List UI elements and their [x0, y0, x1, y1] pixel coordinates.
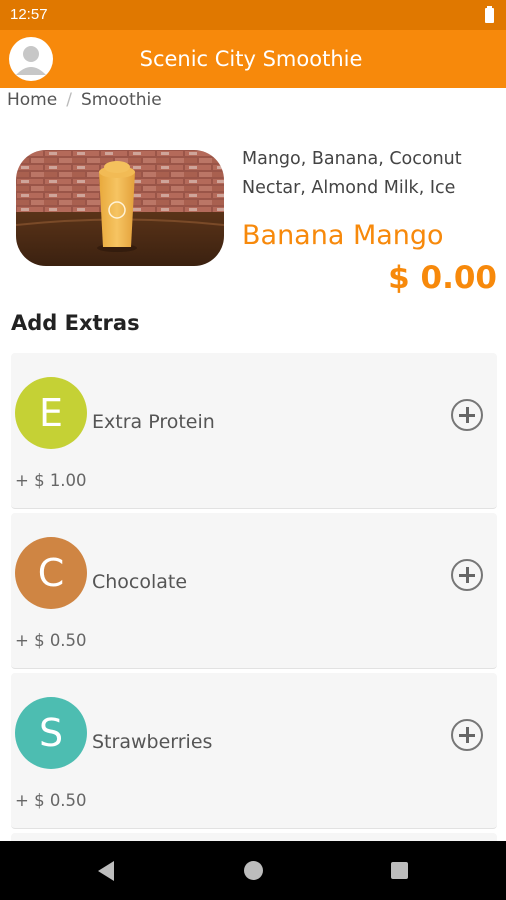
add-extra-protein-button[interactable] [451, 399, 483, 431]
navigation-bar [0, 841, 506, 900]
breadcrumb: Home / Smoothie [7, 88, 162, 112]
extra-letter-avatar: C [15, 537, 87, 609]
extra-card-chocolate[interactable]: C Chocolate + $ 0.50 [11, 513, 497, 669]
product-name: Banana Mango [242, 220, 444, 251]
app-bar: Scenic City Smoothie [0, 30, 506, 88]
add-strawberries-button[interactable] [451, 719, 483, 751]
product-image [16, 150, 224, 266]
breadcrumb-home[interactable]: Home [7, 90, 57, 110]
back-icon[interactable] [98, 861, 114, 881]
status-bar: 12:57 [0, 0, 506, 30]
recents-icon[interactable] [391, 862, 408, 879]
product-ingredients: Mango, Banana, Coconut Nectar, Almond Mi… [242, 149, 462, 198]
battery-icon [485, 6, 494, 23]
extra-letter-avatar: S [15, 697, 87, 769]
product-price: $ 0.00 [388, 260, 497, 296]
extra-price: + $ 0.50 [15, 631, 87, 650]
breadcrumb-separator: / [66, 90, 72, 110]
home-icon[interactable] [244, 861, 263, 880]
extra-card-protein[interactable]: E Extra Protein + $ 1.00 [11, 353, 497, 509]
extra-price: + $ 0.50 [15, 791, 87, 810]
extras-title: Add Extras [11, 311, 140, 335]
extra-name: Extra Protein [92, 411, 215, 433]
app-title: Scenic City Smoothie [139, 47, 363, 71]
extra-price: + $ 1.00 [15, 471, 87, 490]
breadcrumb-current: Smoothie [80, 90, 162, 110]
extra-name: Chocolate [92, 571, 188, 593]
extra-letter-avatar: E [15, 377, 87, 449]
status-time: 12:57 [10, 6, 48, 23]
add-chocolate-button[interactable] [451, 559, 483, 591]
extra-card-strawberries[interactable]: S Strawberries + $ 0.50 [11, 673, 497, 829]
user-avatar-icon[interactable] [9, 37, 53, 81]
extra-name: Strawberries [92, 731, 213, 753]
